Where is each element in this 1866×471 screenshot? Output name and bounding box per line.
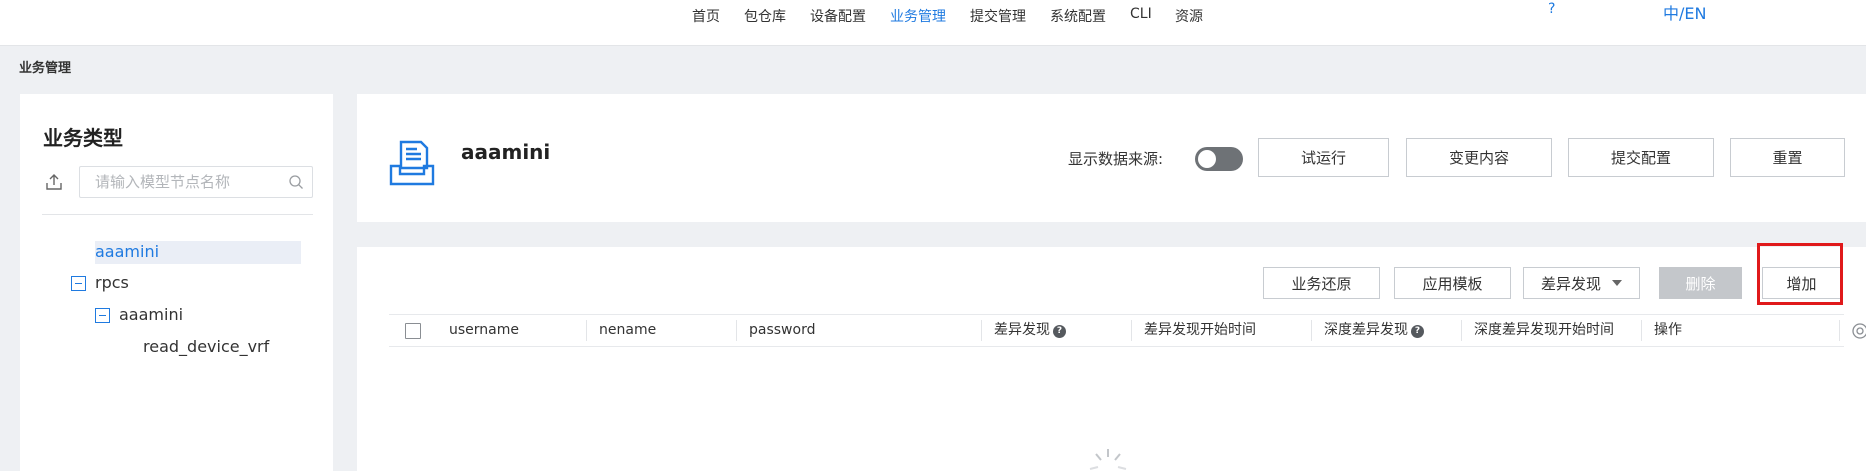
model-node-search bbox=[79, 166, 313, 198]
highlight-annotation bbox=[1757, 243, 1843, 305]
column-divider bbox=[981, 320, 982, 341]
column-divider bbox=[1461, 320, 1462, 341]
model-header-card: aaamini 显示数据来源: 试运行 变更内容 提交配置 重置 bbox=[357, 94, 1866, 222]
delete-button[interactable]: 删除 bbox=[1659, 267, 1742, 299]
table-header: username nename password 差异发现? 差异发现开始时间 … bbox=[389, 314, 1866, 347]
business-type-panel: 业务类型 aaamini rpcs aaamini read_device_vr… bbox=[20, 94, 333, 471]
column-diff-discovery[interactable]: 差异发现? bbox=[994, 315, 1066, 346]
column-deep-diff[interactable]: 深度差异发现? bbox=[1324, 315, 1424, 346]
panel-title: 业务类型 bbox=[43, 126, 123, 150]
column-divider bbox=[1641, 320, 1642, 341]
collapse-icon[interactable] bbox=[71, 276, 86, 291]
business-restore-button[interactable]: 业务还原 bbox=[1263, 267, 1380, 299]
search-input[interactable] bbox=[95, 167, 285, 197]
column-divider bbox=[736, 320, 737, 341]
top-navigation: 首页 包仓库 设备配置 业务管理 提交管理 系统配置 CLI 资源 ? 中/EN bbox=[0, 0, 1866, 46]
nav-home[interactable]: 首页 bbox=[692, 6, 720, 26]
column-diff-start-time[interactable]: 差异发现开始时间 bbox=[1144, 315, 1256, 346]
instance-table-card: 业务还原 应用模板 差异发现 删除 增加 username nename pas… bbox=[357, 247, 1866, 471]
help-link[interactable]: ? bbox=[1548, 1, 1555, 17]
document-tray-icon bbox=[389, 140, 435, 186]
trial-run-button[interactable]: 试运行 bbox=[1258, 138, 1389, 177]
collapse-icon[interactable] bbox=[95, 308, 110, 323]
column-username[interactable]: username bbox=[449, 315, 519, 346]
model-title: aaamini bbox=[461, 140, 551, 164]
nav-resources[interactable]: 资源 bbox=[1175, 6, 1203, 26]
divider bbox=[42, 214, 313, 215]
nav-cli[interactable]: CLI bbox=[1130, 6, 1152, 22]
column-diff-discovery-label: 差异发现 bbox=[994, 322, 1050, 338]
help-icon[interactable]: ? bbox=[1411, 325, 1424, 338]
nav-business-management[interactable]: 业务管理 bbox=[890, 6, 946, 26]
column-password[interactable]: password bbox=[749, 315, 815, 346]
help-icon[interactable]: ? bbox=[1053, 325, 1066, 338]
nav-system-config[interactable]: 系统配置 bbox=[1050, 6, 1106, 26]
select-all-checkbox[interactable] bbox=[405, 323, 421, 339]
loading-spinner-icon bbox=[1089, 449, 1127, 470]
data-source-toggle[interactable] bbox=[1195, 147, 1243, 171]
column-deep-diff-start-time[interactable]: 深度差异发现开始时间 bbox=[1474, 315, 1614, 346]
nav-device-config[interactable]: 设备配置 bbox=[810, 6, 866, 26]
search-icon[interactable] bbox=[288, 174, 304, 190]
column-divider bbox=[1131, 320, 1132, 341]
change-content-button[interactable]: 变更内容 bbox=[1406, 138, 1552, 177]
data-source-label: 显示数据来源: bbox=[1068, 150, 1164, 168]
column-nename[interactable]: nename bbox=[599, 315, 656, 346]
upload-icon[interactable] bbox=[44, 172, 64, 192]
submit-config-button[interactable]: 提交配置 bbox=[1568, 138, 1714, 177]
column-deep-diff-label: 深度差异发现 bbox=[1324, 322, 1408, 338]
tree-node-read-device-vrf[interactable]: read_device_vrf bbox=[143, 337, 269, 356]
breadcrumb: 业务管理 bbox=[19, 61, 72, 76]
caret-down-icon bbox=[1612, 280, 1622, 286]
diff-discovery-dropdown[interactable]: 差异发现 bbox=[1523, 267, 1640, 299]
nav-commit-management[interactable]: 提交管理 bbox=[970, 6, 1026, 26]
gear-icon[interactable] bbox=[1851, 322, 1866, 340]
language-switch[interactable]: 中/EN bbox=[1663, 0, 1706, 24]
column-divider bbox=[1839, 320, 1840, 341]
tree-node-aaamini-root[interactable]: aaamini bbox=[95, 242, 159, 261]
reset-button[interactable]: 重置 bbox=[1730, 138, 1845, 177]
nav-package-repo[interactable]: 包仓库 bbox=[744, 6, 786, 26]
column-operations: 操作 bbox=[1654, 322, 1682, 338]
column-divider bbox=[1311, 320, 1312, 341]
diff-discovery-label: 差异发现 bbox=[1540, 274, 1601, 293]
tree-node-rpcs[interactable]: rpcs bbox=[95, 273, 129, 292]
apply-template-button[interactable]: 应用模板 bbox=[1394, 267, 1511, 299]
tree-node-aaamini[interactable]: aaamini bbox=[119, 305, 183, 324]
column-divider bbox=[586, 320, 587, 341]
